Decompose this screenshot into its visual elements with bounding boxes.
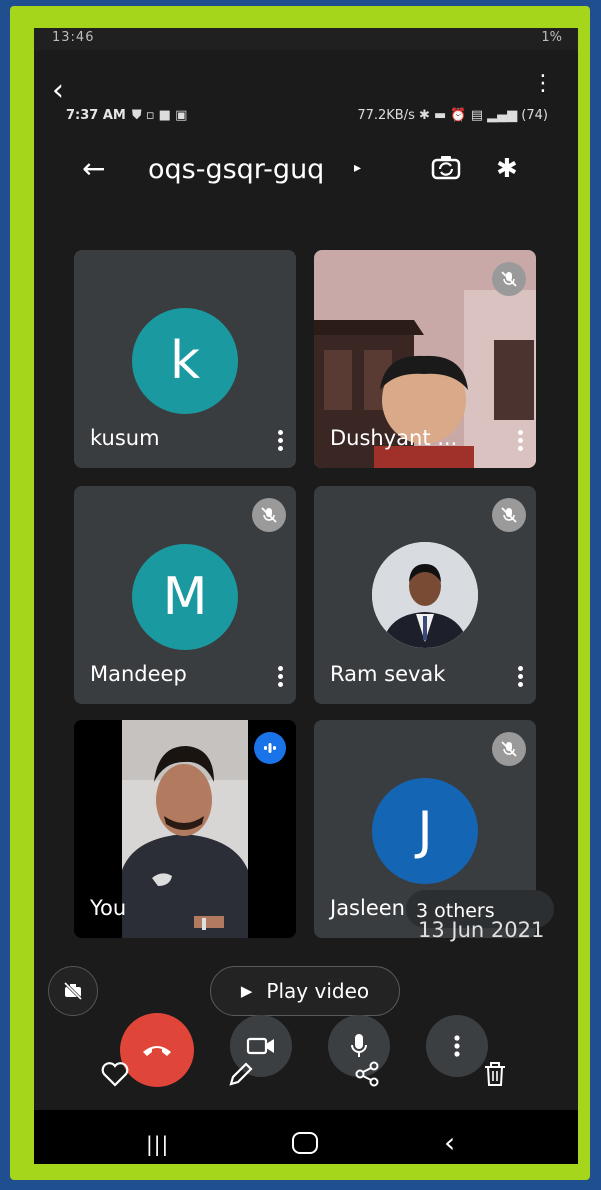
participant-tile-mandeep[interactable]: M Mandeep [74, 486, 296, 704]
more-vert-icon[interactable] [278, 430, 284, 452]
bluetooth-icon[interactable]: ✱ [496, 154, 518, 184]
more-vert-icon[interactable] [278, 666, 284, 688]
home-icon[interactable] [292, 1132, 318, 1154]
meet-header: ← oqs-gsqr-guq ▸ ✱ [34, 146, 578, 198]
more-vert-icon[interactable] [518, 666, 524, 688]
play-icon: ▶ [240, 982, 253, 1000]
avatar: J [372, 778, 478, 884]
switch-camera-icon[interactable] [430, 152, 462, 184]
play-video-label: Play video [266, 979, 370, 1003]
more-vert-icon [454, 1035, 460, 1057]
participant-name: kusum [90, 426, 160, 450]
outer-status-bar: 13:46 1% [34, 28, 578, 50]
video-camera-icon [246, 1037, 274, 1055]
more-options-button[interactable] [426, 1015, 488, 1077]
avatar [372, 542, 478, 648]
inner-status-right: 77.2KB/s ✱ ▬ ⏰ ▤ ▂▄▆ (74) [357, 108, 548, 123]
phone-screen: 13:46 1% ‹ ⋮ 7:37 AM ⛊ ▫ ■ ▣ 77.2KB/s ✱ ▬… [34, 28, 578, 1164]
inner-status-left: 7:37 AM ⛊ ▫ ■ ▣ [66, 108, 187, 123]
participant-tile-self[interactable]: You [74, 720, 296, 938]
nav-back-icon[interactable]: ‹ [444, 1126, 455, 1159]
participant-name: Mandeep [90, 662, 187, 686]
call-controls [34, 1013, 578, 1093]
meeting-code[interactable]: oqs-gsqr-guq [148, 154, 324, 185]
heart-icon[interactable] [100, 1059, 130, 1089]
camera-off-button[interactable] [48, 966, 98, 1016]
participant-name: Jasleen [330, 896, 405, 920]
pencil-icon[interactable] [226, 1059, 256, 1089]
gallery-more-icon[interactable]: ⋮ [532, 73, 554, 95]
date-stamp: 13 Jun 2021 [418, 918, 545, 942]
outer-status-battery: 1% [541, 30, 562, 45]
avatar: M [132, 544, 238, 650]
end-call-icon [143, 1046, 171, 1056]
mic-off-icon [492, 732, 526, 766]
battery-level: 74 [526, 108, 543, 123]
microphone-icon [351, 1034, 367, 1057]
speaking-indicator-icon [254, 732, 286, 764]
system-nav-bar: ||| ‹ [34, 1110, 578, 1164]
mic-off-icon [492, 498, 526, 532]
camera-off-icon [63, 981, 83, 1001]
play-video-button[interactable]: ▶ Play video [210, 966, 400, 1016]
participant-name: Dushyant ... [330, 426, 458, 450]
outer-status-time: 13:46 [52, 30, 95, 45]
share-icon[interactable] [352, 1059, 382, 1089]
network-speed: 77.2KB/s [357, 108, 415, 123]
participant-tile-dushyant[interactable]: Dushyant ... [314, 250, 536, 468]
more-vert-icon[interactable] [518, 430, 524, 452]
end-call-button[interactable] [120, 1013, 194, 1087]
inner-status-bar: 7:37 AM ⛊ ▫ ■ ▣ 77.2KB/s ✱ ▬ ⏰ ▤ ▂▄▆ (74) [34, 104, 578, 128]
recents-icon[interactable]: ||| [146, 1132, 169, 1156]
participant-name: Ram sevak [330, 662, 446, 686]
meeting-info-chevron-icon[interactable]: ▸ [354, 160, 361, 176]
inner-status-time: 7:37 AM [66, 108, 126, 123]
mic-off-icon [252, 498, 286, 532]
participant-name: You [90, 896, 127, 920]
avatar: k [132, 308, 238, 414]
trash-icon[interactable] [480, 1059, 510, 1089]
gallery-back-icon[interactable]: ‹ [52, 76, 64, 106]
mic-off-icon [492, 262, 526, 296]
participant-tile-kusum[interactable]: k kusum [74, 250, 296, 468]
back-arrow-icon[interactable]: ← [82, 152, 105, 185]
participant-tile-ram-sevak[interactable]: Ram sevak [314, 486, 536, 704]
status-notification-icons: ⛊ ▫ ■ ▣ [131, 108, 188, 123]
